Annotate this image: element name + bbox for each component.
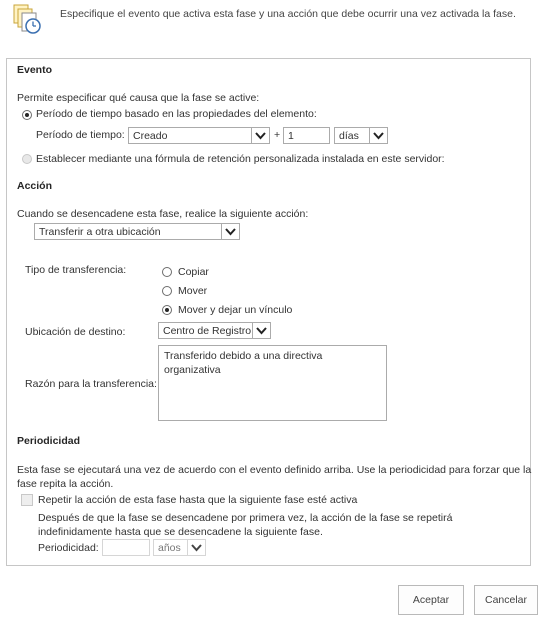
repeat-action-label: Repetir la acción de esta fase hasta que…	[38, 494, 358, 506]
repeat-action-checkbox[interactable]	[21, 494, 33, 506]
section-title-accion: Acción	[17, 180, 53, 192]
periodicidad-description-line2: fase repita la acción.	[17, 478, 114, 490]
chevron-down-icon[interactable]	[251, 128, 269, 143]
destination-value: Centro de Registro	[163, 325, 252, 337]
periodicity-label: Periodicidad:	[38, 542, 99, 554]
section-title-periodicidad: Periodicidad	[17, 435, 81, 447]
repeat-note-line1: Después de que la fase se desencadene po…	[38, 512, 453, 524]
period-property-select[interactable]: Creado	[128, 127, 270, 144]
chevron-down-icon[interactable]	[187, 540, 205, 555]
destination-select[interactable]: Centro de Registro	[158, 322, 271, 339]
chevron-down-icon[interactable]	[252, 323, 270, 338]
period-property-value: Creado	[133, 130, 168, 142]
destination-label: Ubicación de destino:	[25, 326, 126, 338]
reason-label: Razón para la transferencia:	[25, 378, 157, 390]
radio-period-option[interactable]	[22, 110, 32, 120]
transfer-option-move: Mover	[178, 285, 208, 297]
document-clock-icon	[12, 4, 44, 36]
transfer-type-label: Tipo de transferencia:	[25, 264, 127, 276]
cancel-button[interactable]: Cancelar	[474, 585, 538, 615]
chevron-down-icon[interactable]	[221, 224, 239, 239]
radio-formula-option[interactable]	[22, 154, 32, 164]
plus-sign: +	[274, 129, 281, 141]
radio-move[interactable]	[162, 286, 172, 296]
periodicity-unit-value: años	[158, 542, 181, 554]
header-description: Especifique el evento que activa esta fa…	[60, 8, 516, 20]
repeat-note-line2: indefinidamente hasta que se desencadene…	[38, 526, 323, 538]
chevron-down-icon[interactable]	[369, 128, 387, 143]
period-amount-value: 1	[288, 130, 294, 142]
formula-option-label: Establecer mediante una fórmula de reten…	[36, 153, 445, 165]
periodicity-amount-input[interactable]	[102, 539, 150, 556]
accion-intro: Cuando se desencadene esta fase, realice…	[17, 208, 309, 220]
action-value: Transferir a otra ubicación	[39, 226, 161, 238]
period-amount-input[interactable]: 1	[283, 127, 330, 144]
transfer-option-copy: Copiar	[178, 266, 209, 278]
transfer-reason-textarea[interactable]: Transferido debido a una directiva organ…	[158, 345, 387, 421]
transfer-option-move-link: Mover y dejar un vínculo	[178, 304, 293, 316]
radio-copy[interactable]	[162, 267, 172, 277]
action-select[interactable]: Transferir a otra ubicación	[34, 223, 240, 240]
period-unit-select[interactable]: días	[334, 127, 388, 144]
period-option-label: Período de tiempo basado en las propieda…	[36, 108, 317, 120]
transfer-reason-value: Transferido debido a una directiva organ…	[164, 350, 323, 376]
section-title-evento: Evento	[17, 64, 53, 76]
periodicity-unit-select[interactable]: años	[153, 539, 206, 556]
period-label: Período de tiempo:	[36, 129, 125, 141]
radio-move-leave-link[interactable]	[162, 305, 172, 315]
period-unit-value: días	[339, 130, 359, 142]
evento-intro: Permite especificar qué causa que la fas…	[17, 92, 260, 104]
periodicidad-description-line1: Esta fase se ejecutará una vez de acuerd…	[17, 464, 532, 476]
accept-button[interactable]: Aceptar	[398, 585, 464, 615]
